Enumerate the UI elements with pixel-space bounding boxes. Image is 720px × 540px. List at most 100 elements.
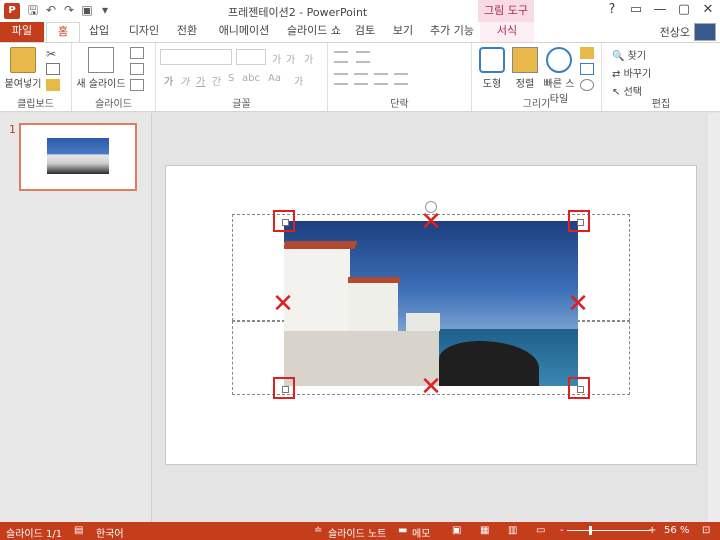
notes-button[interactable]: 슬라이드 노트: [328, 525, 386, 540]
new-slide-button[interactable]: 새 슬라이드: [76, 47, 126, 90]
tab-animations[interactable]: 애니메이션: [214, 22, 274, 42]
resize-handle-bottom-left[interactable]: [273, 377, 295, 399]
spellcheck-icon[interactable]: ▤: [74, 525, 83, 536]
tab-file[interactable]: 파일: [0, 22, 44, 42]
cut-icon[interactable]: ✂: [46, 47, 60, 61]
zoom-in-button[interactable]: +: [648, 525, 656, 536]
find-button[interactable]: 🔍 찾기: [612, 47, 646, 62]
strikethrough-button[interactable]: S: [228, 73, 234, 84]
section-icon[interactable]: [130, 79, 144, 91]
replace-button[interactable]: ⇄ 바꾸기: [612, 65, 651, 80]
clear-format-button[interactable]: 가: [304, 51, 313, 66]
title-bar: P 🖫 ↶ ↷ ▣ ▾ 프레젠테이션2 - PowerPoint 그림 도구 ?…: [0, 0, 720, 22]
ribbon: 붙여넣기 ✂ 클립보드 새 슬라이드 슬라이드 가 가 가 가 가 가 간 S …: [0, 42, 720, 112]
slide-sorter-icon[interactable]: ▦: [480, 525, 489, 536]
resize-handle-top-left[interactable]: [273, 210, 295, 232]
font-size-box[interactable]: [236, 49, 266, 65]
ribbon-tabs: 파일 홈 삽입 디자인 전환 애니메이션 슬라이드 쇼 검토 보기 추가 기능 …: [0, 22, 720, 43]
resize-handle-bottom-x-icon[interactable]: ✕: [420, 374, 442, 400]
justify-icon[interactable]: [394, 73, 408, 85]
underline-button[interactable]: 가: [196, 73, 205, 88]
powerpoint-icon: P: [4, 3, 20, 19]
minimize-button[interactable]: —: [648, 0, 672, 22]
bullets-icon[interactable]: [334, 51, 348, 63]
bold-button[interactable]: 가: [164, 73, 173, 88]
layout-icon[interactable]: [130, 47, 144, 59]
customize-icon[interactable]: ▾: [98, 3, 112, 17]
tab-design[interactable]: 디자인: [124, 22, 164, 42]
change-case-button[interactable]: Aa: [268, 73, 281, 84]
resize-handle-right-x-icon[interactable]: ✕: [567, 291, 589, 317]
undo-icon[interactable]: ↶: [44, 3, 58, 17]
font-name-box[interactable]: [160, 49, 232, 65]
reset-icon[interactable]: [130, 63, 144, 75]
format-painter-icon[interactable]: [46, 79, 60, 91]
zoom-slider-thumb[interactable]: [589, 526, 592, 535]
user-name[interactable]: 전상오: [660, 24, 690, 40]
tab-addins[interactable]: 추가 기능: [428, 22, 476, 42]
photo-house: [348, 281, 398, 331]
spacing-button[interactable]: abc: [242, 73, 260, 84]
status-bar: 슬라이드 1/1 ▤ 한국어 ≐ 슬라이드 노트 ▬ 메모 ▣ ▦ ▥ ▭ - …: [0, 522, 720, 540]
close-button[interactable]: ✕: [696, 0, 720, 22]
resize-handle-bottom-right[interactable]: [568, 377, 590, 399]
tab-home[interactable]: 홈: [46, 22, 80, 43]
language[interactable]: 한국어: [96, 525, 124, 540]
save-icon[interactable]: 🖫: [26, 3, 40, 17]
resize-handle-top-x-icon[interactable]: ✕: [420, 209, 442, 235]
fit-to-window-icon[interactable]: ⊡: [702, 525, 710, 536]
quick-styles-icon: [546, 47, 572, 73]
arrange-button[interactable]: 정렬: [510, 47, 540, 90]
resize-handle-top-right[interactable]: [568, 210, 590, 232]
copy-icon[interactable]: [46, 63, 60, 75]
italic-button[interactable]: 가: [180, 73, 189, 88]
shapes-button[interactable]: 도형: [476, 47, 508, 90]
vertical-scrollbar[interactable]: [708, 113, 720, 522]
align-center-icon[interactable]: [354, 73, 368, 85]
window-title: 프레젠테이션2 - PowerPoint: [228, 6, 368, 19]
font-group: 가 가 가 가 가 가 간 S abc Aa 가 글꼴: [156, 43, 328, 111]
align-left-icon[interactable]: [334, 73, 348, 85]
picture-tools-title: 그림 도구: [478, 0, 534, 22]
replace-icon: ⇄: [612, 69, 621, 80]
shape-outline-icon[interactable]: [580, 63, 594, 75]
grow-font-button[interactable]: 가: [272, 51, 281, 66]
tab-transitions[interactable]: 전환: [170, 22, 204, 42]
shape-fill-icon[interactable]: [580, 47, 594, 59]
tab-format[interactable]: 서식: [480, 22, 534, 42]
font-color-button[interactable]: 가: [294, 73, 303, 88]
avatar[interactable]: [694, 23, 716, 41]
thumbnail-pane: 1: [0, 113, 152, 522]
slide-thumbnail[interactable]: [19, 123, 137, 191]
tab-slideshow[interactable]: 슬라이드 쇼: [282, 22, 346, 42]
reading-view-icon[interactable]: ▥: [508, 525, 517, 536]
shrink-font-button[interactable]: 가: [286, 51, 295, 66]
align-right-icon[interactable]: [374, 73, 388, 85]
maximize-button[interactable]: ▢: [672, 0, 696, 22]
zoom-slider[interactable]: [567, 530, 651, 531]
tab-view[interactable]: 보기: [390, 22, 416, 42]
ribbon-display-button[interactable]: ▭: [624, 0, 648, 22]
numbering-icon[interactable]: [356, 51, 370, 63]
zoom-level[interactable]: 56 %: [664, 525, 689, 536]
paragraph-group: 단락: [328, 43, 472, 111]
shadow-button[interactable]: 간: [212, 73, 221, 88]
tab-insert[interactable]: 삽입: [84, 22, 114, 42]
thumbnail-image: [47, 138, 109, 174]
shape-effects-icon[interactable]: [580, 79, 594, 91]
slideshow-icon[interactable]: ▣: [80, 3, 94, 17]
redo-icon[interactable]: ↷: [62, 3, 76, 17]
comments-button[interactable]: 메모: [412, 525, 430, 540]
normal-view-icon[interactable]: ▣: [452, 525, 461, 536]
slideshow-view-icon[interactable]: ▭: [536, 525, 545, 536]
group-label-editing: 편집: [651, 99, 671, 110]
editing-group: 🔍 찾기 ⇄ 바꾸기 ↖ 선택 편집: [602, 43, 720, 111]
selected-photo[interactable]: [284, 221, 578, 386]
help-button[interactable]: ?: [600, 0, 624, 22]
tab-review[interactable]: 검토: [352, 22, 378, 42]
photo-roof: [284, 241, 358, 249]
zoom-out-button[interactable]: -: [560, 525, 564, 536]
paste-button[interactable]: 붙여넣기: [4, 47, 42, 90]
group-label-drawing: 그리기: [522, 99, 551, 110]
resize-handle-left-x-icon[interactable]: ✕: [272, 291, 294, 317]
